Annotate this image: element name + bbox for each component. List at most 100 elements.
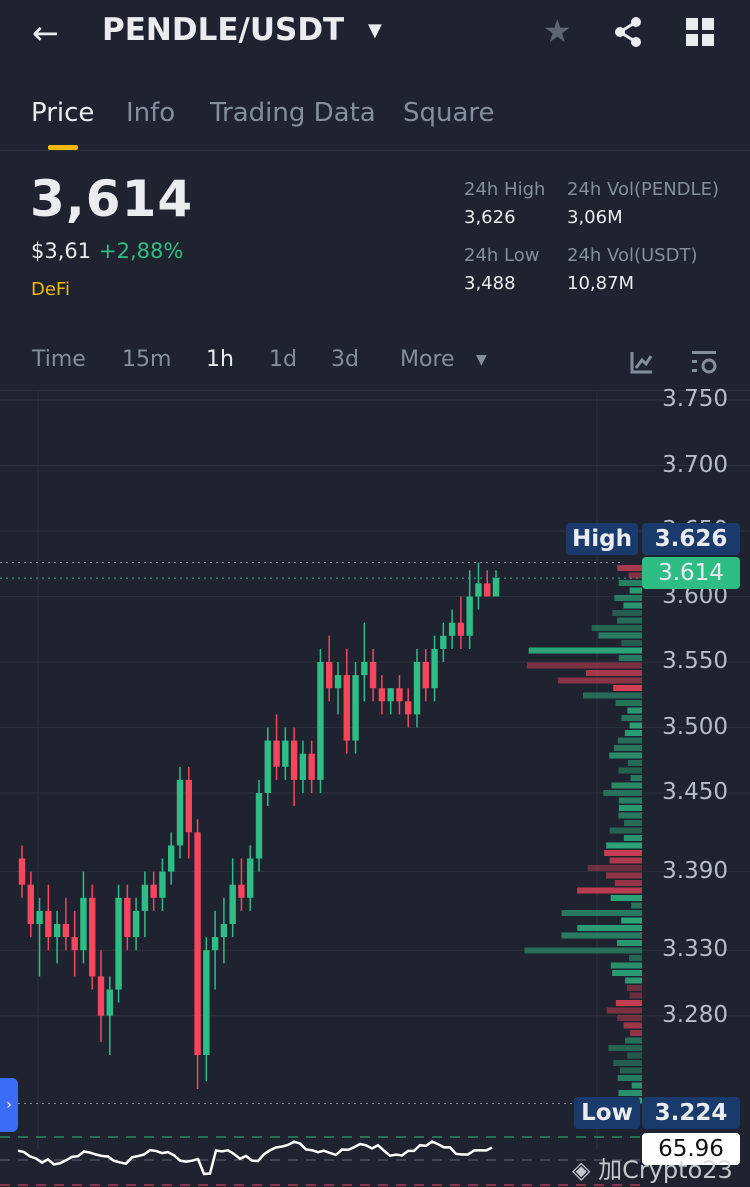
- depth-bar: [558, 677, 642, 684]
- tab-price[interactable]: Price: [31, 98, 94, 128]
- timeframe-15m[interactable]: 15m: [122, 347, 171, 372]
- depth-bar: [623, 602, 642, 609]
- candle-body: [396, 688, 403, 702]
- chevron-down-icon[interactable]: ▼: [368, 20, 382, 41]
- timeframe-1d[interactable]: 1d: [269, 347, 297, 372]
- candle-body: [106, 989, 113, 1016]
- timeframe-time[interactable]: Time: [32, 347, 86, 372]
- back-button[interactable]: ←: [32, 14, 59, 52]
- depth-bar: [606, 1007, 642, 1014]
- depth-bar: [613, 685, 642, 691]
- depth-bar: [606, 842, 642, 849]
- depth-bar: [629, 722, 642, 729]
- candle-body: [194, 832, 201, 1055]
- depth-bar: [631, 1082, 642, 1089]
- candle-body: [466, 596, 473, 636]
- candle-body: [115, 897, 122, 990]
- depth-bar: [616, 940, 642, 946]
- depth-bar: [626, 985, 642, 991]
- side-panel-handle[interactable]: ›: [0, 1078, 18, 1132]
- star-icon[interactable]: ★: [543, 12, 572, 50]
- timeframe-3d[interactable]: 3d: [331, 347, 359, 372]
- depth-bar: [631, 902, 642, 909]
- depth-bar: [577, 925, 642, 931]
- depth-bar: [624, 820, 642, 826]
- low-value: 3,488: [464, 273, 516, 294]
- depth-bar: [617, 1075, 642, 1081]
- tab-info[interactable]: Info: [126, 98, 175, 128]
- high-label: 24h High: [464, 179, 546, 200]
- depth-bar: [603, 790, 642, 796]
- candle-body: [150, 884, 157, 898]
- caret-down-icon[interactable]: ▼: [476, 352, 487, 368]
- depth-bar: [629, 992, 642, 999]
- depth-bar: [619, 1067, 642, 1074]
- tab-trading-data[interactable]: Trading Data: [210, 98, 376, 128]
- depth-bar: [618, 767, 642, 774]
- candle-body: [343, 675, 350, 741]
- candle-body: [45, 910, 52, 938]
- depth-bar: [587, 865, 642, 871]
- depth-bar: [610, 962, 642, 969]
- high-value: 3,626: [464, 207, 516, 228]
- candle-body: [308, 753, 315, 780]
- share-icon[interactable]: [612, 16, 644, 48]
- y-tick-label: 3.330: [662, 936, 728, 963]
- candle-body: [255, 793, 263, 859]
- depth-bar: [612, 970, 642, 976]
- candle-body: [431, 648, 438, 689]
- timeframe-1h[interactable]: 1h: [206, 347, 234, 372]
- depth-bar: [617, 617, 642, 624]
- candle-body: [352, 675, 359, 741]
- candle-body: [97, 976, 105, 1016]
- candle-body: [334, 675, 342, 689]
- depth-bar: [609, 827, 642, 834]
- candle-body: [124, 897, 131, 938]
- candle-body: [53, 924, 61, 938]
- depth-bar: [621, 715, 642, 721]
- depth-bar: [628, 572, 642, 579]
- candle-body: [484, 583, 491, 597]
- depth-bar: [624, 730, 642, 736]
- depth-bar: [615, 1000, 642, 1006]
- candle-body: [378, 688, 386, 702]
- candle-body: [475, 583, 482, 597]
- depth-bar: [630, 1030, 642, 1036]
- candle-body: [264, 740, 271, 793]
- depth-bar: [629, 587, 642, 594]
- low-marker-value: 3.224: [642, 1097, 740, 1129]
- category-tag[interactable]: DeFi: [31, 279, 70, 300]
- depth-bar: [561, 932, 642, 939]
- depth-bar: [621, 917, 642, 924]
- candle-body: [203, 950, 210, 1055]
- candle-body: [18, 858, 26, 885]
- depth-bar: [614, 880, 642, 886]
- depth-bar: [617, 1015, 642, 1021]
- candle-body: [247, 858, 254, 898]
- depth-bar: [618, 797, 642, 804]
- tab-square[interactable]: Square: [403, 98, 495, 128]
- y-tick-label: 3.700: [662, 451, 728, 478]
- depth-bar: [625, 977, 642, 984]
- depth-bar: [618, 580, 642, 586]
- timeframe-more[interactable]: More: [400, 347, 455, 372]
- high-marker-label: High: [566, 523, 638, 555]
- depth-bar: [623, 835, 642, 841]
- depth-bar: [606, 872, 642, 879]
- vol-base-label: 24h Vol(PENDLE): [567, 179, 719, 200]
- depth-bar: [618, 805, 642, 811]
- depth-bar: [609, 752, 642, 759]
- indicator-icon[interactable]: [630, 350, 654, 374]
- depth-bar: [618, 655, 642, 661]
- chart-settings-icon[interactable]: [690, 350, 718, 376]
- candle-body: [326, 662, 333, 689]
- pair-selector[interactable]: PENDLE/USDT: [102, 12, 344, 48]
- candle-body: [132, 910, 140, 938]
- price-change: +2,88%: [99, 239, 184, 263]
- depth-bar: [604, 850, 642, 856]
- grid-icon[interactable]: [686, 18, 714, 46]
- candlestick-chart[interactable]: [0, 390, 750, 1187]
- depth-bar: [608, 1045, 642, 1051]
- candle-body: [168, 845, 175, 872]
- depth-bar: [598, 632, 642, 639]
